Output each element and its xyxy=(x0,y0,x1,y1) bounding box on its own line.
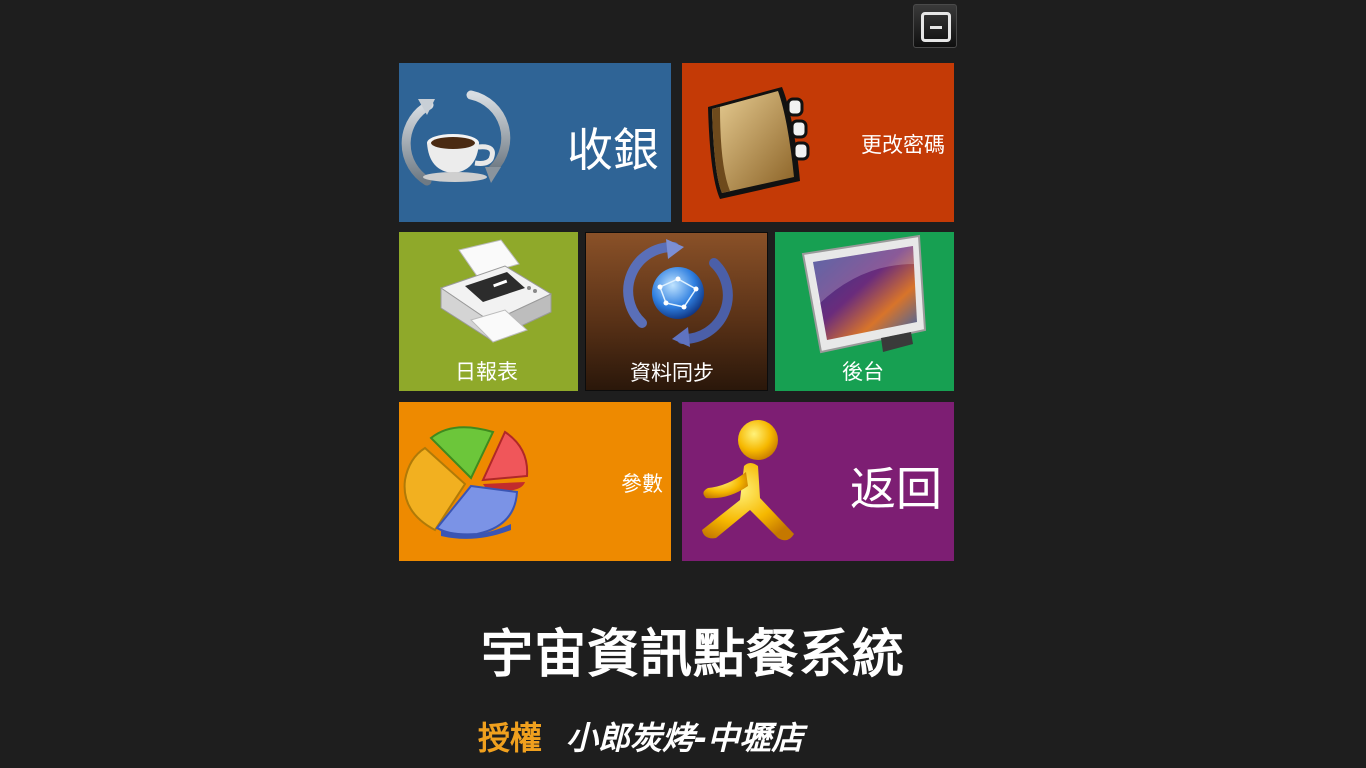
tile-cashier-label: 收銀 xyxy=(567,123,659,177)
tile-back[interactable]: 返回 xyxy=(682,402,954,561)
tile-back-label: 返回 xyxy=(850,462,942,516)
tile-daily-report-label: 日報表 xyxy=(455,360,518,384)
tile-admin-label: 後台 xyxy=(842,360,884,384)
tile-admin[interactable]: 後台 xyxy=(775,232,954,391)
printer-icon xyxy=(439,239,553,343)
running-man-icon xyxy=(702,420,794,541)
tile-change-password-label: 更改密碼 xyxy=(861,133,945,157)
main-menu-screen: 收銀 更改密碼 日報表 資料同步 後台 參數 返回 宇宙資訊點餐系統 授權 小郎… xyxy=(0,0,1366,768)
app-title: 宇宙資訊點餐系統 xyxy=(480,625,905,685)
tile-data-sync[interactable]: 資料同步 xyxy=(585,232,768,391)
globe-sync-icon xyxy=(623,239,733,347)
address-book-icon xyxy=(708,87,810,199)
minimize-icon xyxy=(921,12,951,42)
tile-parameters-label: 參數 xyxy=(621,472,663,496)
license-label: 授權 xyxy=(478,719,543,757)
coffee-cup-refresh-icon xyxy=(401,90,511,186)
tile-change-password[interactable]: 更改密碼 xyxy=(682,63,954,222)
tile-data-sync-label: 資料同步 xyxy=(630,361,714,385)
license-info: 授權 小郎炭烤-中壢店 xyxy=(478,713,803,759)
tile-cashier[interactable]: 收銀 xyxy=(399,63,671,222)
minimize-button[interactable] xyxy=(913,4,957,48)
store-name: 小郎炭烤-中壢店 xyxy=(566,719,804,757)
tile-daily-report[interactable]: 日報表 xyxy=(399,232,578,391)
pie-chart-icon xyxy=(403,426,529,539)
monitor-icon xyxy=(801,234,927,354)
tile-parameters[interactable]: 參數 xyxy=(399,402,671,561)
